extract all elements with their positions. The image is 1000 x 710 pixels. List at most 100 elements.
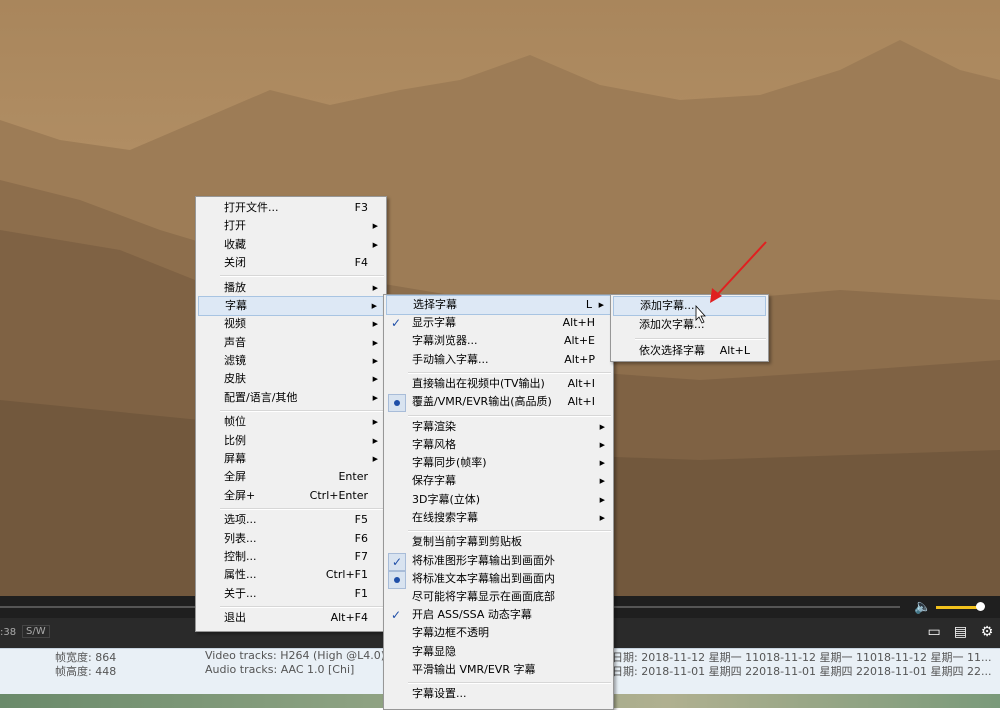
context-menu-item[interactable]: 屏幕 ▶ <box>198 450 384 468</box>
menu-item-label: 复制当前字幕到剪贴板 <box>412 535 522 549</box>
video-tracks: Video tracks: H264 (High @L4.0) <box>205 649 385 662</box>
menu-item-label: 播放 <box>224 280 246 294</box>
context-menu-item[interactable]: 全屏+ Ctrl+Enter <box>198 487 384 505</box>
subtitle-menu-item[interactable]: 字幕浏览器... Alt+E <box>386 332 611 350</box>
subtitle-menu-item[interactable]: ✓ 开启 ASS/SSA 动态字幕 <box>386 606 611 624</box>
menu-item-shortcut: L <box>585 298 592 311</box>
menu-item-label: 字幕设置... <box>412 687 467 701</box>
menu-separator <box>220 409 384 412</box>
context-menu-item[interactable]: 打开 ▶ <box>198 217 384 235</box>
menu-item-label: 全屏 <box>224 470 246 484</box>
menu-item-label: 声音 <box>224 335 246 349</box>
context-menu-item[interactable]: 字幕 ▶ <box>198 296 384 316</box>
subtitle-menu-item[interactable]: 3D字幕(立体) ▶ <box>386 491 611 509</box>
submenu-arrow-icon: ▶ <box>372 222 378 231</box>
menu-item-label: 平滑输出 VMR/EVR 字幕 <box>412 662 536 676</box>
subtitle-menu-item[interactable]: 覆盖/VMR/EVR输出(高品质) Alt+I <box>386 393 611 413</box>
gear-icon[interactable]: ⚙ <box>976 624 998 640</box>
subtitle-menu-item[interactable]: 平滑输出 VMR/EVR 字幕 <box>386 661 611 679</box>
menu-separator <box>635 338 766 340</box>
context-menu-item[interactable]: 打开文件... F3 <box>198 199 384 217</box>
menu-item-label: 关于... <box>224 586 257 600</box>
subtitle-menu-item[interactable]: 尽可能将字幕显示在画面底部 <box>386 588 611 606</box>
context-menu-item[interactable]: 控制... F7 <box>198 548 384 566</box>
menu-item-label: 字幕显隐 <box>412 644 456 658</box>
context-menu-item[interactable]: 声音 ▶ <box>198 334 384 352</box>
playlist-icon[interactable]: ▤ <box>950 624 972 640</box>
subtitle-menu-item[interactable]: 字幕风格 ▶ <box>386 436 611 454</box>
menu-item-label: 直接输出在视频中(TV输出) <box>412 377 545 391</box>
menu-item-label: 比例 <box>224 433 246 447</box>
subtitle-submenu: 选择字幕 L ▶ ✓ 显示字幕 Alt+H 字幕浏览器... Alt+E 手动输入字幕... Al… <box>383 294 614 710</box>
subtitle-menu-item[interactable]: 选择字幕 L ▶ <box>386 295 611 315</box>
menu-item-shortcut: Alt+P <box>564 352 595 366</box>
context-menu-item[interactable]: 皮肤 ▶ <box>198 370 384 388</box>
radio-dot-icon <box>388 570 406 589</box>
submenu-arrow-icon: ▶ <box>372 283 378 292</box>
checkmark-icon: ✓ <box>390 316 402 331</box>
context-menu-item[interactable]: 滤镜 ▶ <box>198 352 384 370</box>
context-menu-item[interactable]: 收藏 ▶ <box>198 236 384 254</box>
checkmark-icon: ✓ <box>390 608 402 623</box>
menu-item-shortcut: Alt+L <box>719 344 750 357</box>
context-menu-item[interactable]: 选项... F5 <box>198 511 384 529</box>
context-menu-item[interactable]: 帧位 ▶ <box>198 413 384 431</box>
submenu-arrow-icon: ▶ <box>372 375 378 384</box>
subtitle-menu-item[interactable]: 将标准文本字幕输出到画面内 <box>386 570 611 589</box>
context-menu-item[interactable]: 比例 ▶ <box>198 432 384 450</box>
submenu-arrow-icon: ▶ <box>599 495 605 504</box>
audio-tracks: Audio tracks: AAC 1.0 [Chi] <box>205 663 355 676</box>
select-subtitle-menu-item[interactable]: 添加字幕... <box>613 296 766 316</box>
menu-item-label: 全屏+ <box>224 488 256 502</box>
menu-item-shortcut: Alt+I <box>567 377 595 391</box>
menu-item-label: 字幕风格 <box>412 438 456 451</box>
context-menu-item[interactable]: 视频 ▶ <box>198 315 384 333</box>
subtitle-menu-item[interactable]: 手动输入字幕... Alt+P <box>386 351 611 369</box>
select-subtitle-menu-item[interactable]: 依次选择字幕 Alt+L <box>613 342 766 360</box>
subtitle-menu-item[interactable]: 直接输出在视频中(TV输出) Alt+I <box>386 375 611 393</box>
menu-item-label: 字幕浏览器... <box>412 334 478 348</box>
menu-item-label: 添加次字幕... <box>639 317 705 331</box>
menu-separator <box>408 530 611 532</box>
context-menu-item[interactable]: 列表... F6 <box>198 530 384 548</box>
subtitle-menu-item[interactable]: 复制当前字幕到剪贴板 <box>386 533 611 551</box>
menu-separator <box>220 275 384 278</box>
context-menu-item[interactable]: 关于... F1 <box>198 585 384 603</box>
menu-item-shortcut: F4 <box>354 255 368 269</box>
subtitle-menu-item[interactable]: 字幕设置... <box>386 685 611 703</box>
submenu-arrow-icon: ▶ <box>372 393 378 402</box>
display-mode-icon[interactable]: ▭ <box>923 624 945 640</box>
subtitle-menu-item[interactable]: ✓ 将标准图形字幕输出到画面外 <box>386 552 611 571</box>
speaker-icon[interactable]: 🔈 <box>914 598 932 616</box>
context-menu-item[interactable]: 配置/语言/其他 ▶ <box>198 389 384 407</box>
menu-item-label: 3D字幕(立体) <box>412 492 481 506</box>
submenu-arrow-icon: ▶ <box>372 436 378 445</box>
menu-item-shortcut: Alt+H <box>562 316 595 330</box>
menu-item-shortcut: Ctrl+F1 <box>325 568 368 582</box>
context-menu-item[interactable]: 关闭 F4 <box>198 254 384 272</box>
subtitle-menu-item[interactable]: ✓ 显示字幕 Alt+H <box>386 314 611 332</box>
subtitle-menu-item[interactable]: 字幕显隐 <box>386 643 611 661</box>
subtitle-menu-item[interactable]: 字幕边框不透明 <box>386 624 611 642</box>
subtitle-menu-item[interactable]: 字幕同步(帧率) ▶ <box>386 454 611 472</box>
menu-item-label: 滤镜 <box>224 353 246 367</box>
subtitle-menu-item[interactable]: 保存字幕 ▶ <box>386 472 611 490</box>
menu-item-shortcut: Ctrl+Enter <box>309 488 368 502</box>
menu-item-label: 退出 <box>224 611 246 625</box>
volume-knob[interactable] <box>976 602 985 611</box>
context-menu-item[interactable]: 退出 Alt+F4 <box>198 609 384 627</box>
menu-item-label: 将标准图形字幕输出到画面外 <box>412 553 555 567</box>
context-menu-item[interactable]: 全屏 Enter <box>198 468 384 486</box>
menu-item-shortcut: F5 <box>354 513 368 527</box>
context-menu-item[interactable]: 属性... Ctrl+F1 <box>198 566 384 584</box>
radio-dot-icon <box>388 394 406 413</box>
select-subtitle-menu-item[interactable]: 添加次字幕... <box>613 316 766 334</box>
subtitle-menu-item[interactable]: 在线搜索字幕 ▶ <box>386 509 611 527</box>
menu-item-label: 选项... <box>224 513 257 527</box>
subtitle-menu-item[interactable]: 字幕渲染 ▶ <box>386 418 611 436</box>
context-menu-item[interactable]: 播放 ▶ <box>198 279 384 297</box>
submenu-arrow-icon: ▶ <box>598 301 604 309</box>
menu-separator <box>220 507 384 510</box>
menu-item-label: 字幕边框不透明 <box>412 626 489 640</box>
sw-badge[interactable]: S/W <box>22 625 50 638</box>
